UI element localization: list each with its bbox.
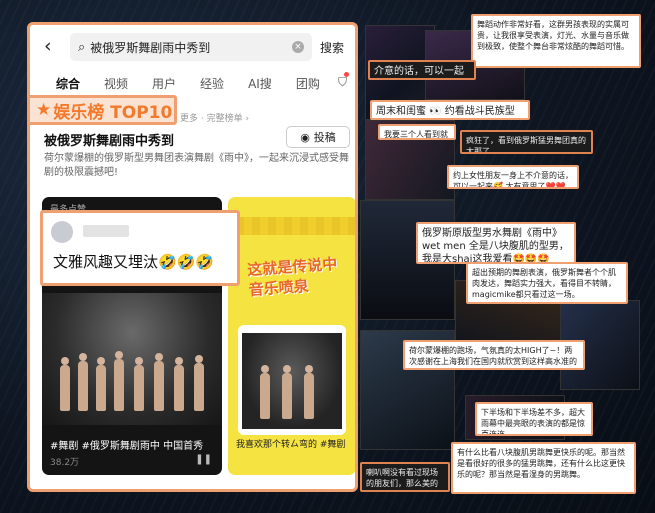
filter-icon[interactable]: ⛉ [338, 75, 347, 90]
full-list-link[interactable]: 更多 · 完整榜单 › [180, 111, 249, 124]
search-input[interactable]: ⌕ 被俄罗斯舞剧雨中秀到 × [70, 33, 312, 61]
tab-video[interactable]: 视频 [104, 75, 128, 92]
tab-comprehensive[interactable]: 综合 [56, 75, 80, 92]
comment-note: 介意的话，可以一起来🥰 [368, 60, 476, 80]
video-thumbnail [238, 325, 346, 435]
comment-note: 荷尔蒙爆棚的跑场，气氛真的太HIGH了~！两次感谢在上海我们在国内就欣赏到这样高… [403, 340, 585, 370]
dancer-figure [194, 355, 204, 411]
comment-note: 俄罗斯原版型男水舞剧《雨中》wet men 全是八块腹肌的型男，我是大shai这… [416, 222, 576, 264]
dancer-figure [282, 365, 292, 419]
username-blurred [83, 225, 129, 237]
post-label: 投稿 [313, 131, 336, 144]
search-query: 被俄罗斯舞剧雨中秀到 [90, 40, 211, 55]
video-thumbnail [42, 293, 222, 425]
dancer-figure [260, 365, 270, 419]
tab-ai-search[interactable]: AI搜 [248, 75, 272, 92]
camera-icon: ◉ [300, 130, 310, 144]
topic-description: 荷尔蒙爆棚的俄罗斯型男舞团表演舞剧《雨中》，一起来沉浸式感受舞剧的极限震撼吧! [44, 153, 349, 178]
dancer-figure [134, 357, 144, 411]
dancer-figure [174, 357, 184, 411]
dancer-figure [154, 353, 164, 411]
star-icon: ★ [36, 100, 52, 120]
video-caption: #舞剧 #俄罗斯舞剧雨中 中国首秀 [50, 441, 204, 452]
comment-note: 喇叭啊没有看过现场的朋友们，那么美的舞台是世界看的。 [360, 462, 450, 492]
comment-note: 我要三个人看到就哈哈！ [378, 124, 456, 140]
comment-note: 周末和闺蜜 👀 约看战斗民族型男雨中show [370, 100, 530, 120]
ranking-badge[interactable]: ★ 娱乐榜 TOP10 [30, 95, 177, 125]
dancer-figure [78, 353, 88, 411]
tab-experience[interactable]: 经验 [200, 75, 224, 92]
card-headline: 这就是传说中 音乐喷泉 [246, 254, 338, 300]
comment-text: 文雅风趣又埋汰🤣🤣🤣 [53, 253, 215, 271]
video-likes: 38.2万 [50, 458, 80, 468]
tab-bar: 综合 视频 用户 经验 AI搜 团购 [30, 69, 355, 97]
tab-user[interactable]: 用户 [152, 75, 176, 92]
post-button[interactable]: ◉ 投稿 [286, 126, 350, 148]
comment-note: 疯狂了，看到俄罗斯猛男舞团真的太那了 [460, 130, 593, 154]
search-icon: ⌕ [78, 39, 86, 55]
comment-note: 约上女性朋友一身上不介意的话，可以一起来🥰 太有意思了❤️❤️❤️❤️ [447, 165, 579, 189]
comment-note: 有什么比看八块腹肌男跳舞更快乐的呢。那当然是看很好的很多的猛男跳舞，还有什么比这… [451, 442, 636, 494]
tab-group-buy[interactable]: 团购 [296, 75, 320, 92]
comment-note: 下半场和下半场差不多，超大雨幕中最亮眼的表演的都是惊喜连连。 [475, 402, 593, 436]
dancer-figure [114, 351, 124, 411]
clear-icon[interactable]: × [292, 41, 304, 53]
avatar [51, 221, 73, 243]
notification-dot [344, 72, 349, 77]
comment-note: 超出预期的舞剧表演，俄罗斯舞者个个肌肉发达，舞蹈实力强大，看得目不转睛，magi… [466, 262, 628, 304]
dancer-figure [304, 365, 314, 419]
ranking-label: 娱乐榜 TOP10 [53, 102, 173, 123]
decor-stripe [228, 217, 355, 235]
dancer-figure [60, 357, 70, 411]
topic-title: 被俄罗斯舞剧雨中秀到 [44, 134, 175, 149]
video-card[interactable]: 这就是传说中 音乐喷泉 我喜欢那个转ㄙ弯的 #舞剧 [228, 197, 355, 475]
comment-callout: 文雅风趣又埋汰🤣🤣🤣 [40, 210, 240, 286]
comment-note: 舞蹈动作非常好看，这群男孩表现的实属可贵，让我很享受表演，灯光、水量与音乐做到极… [471, 14, 641, 68]
phone-screen: ‹ ⌕ 被俄罗斯舞剧雨中秀到 × 搜索 综合 视频 用户 经验 AI搜 团购 ⛉… [27, 22, 358, 492]
back-icon[interactable]: ‹ [44, 35, 52, 57]
video-caption: 我喜欢那个转ㄙ弯的 #舞剧 [236, 440, 346, 450]
top-bar: ‹ ⌕ 被俄罗斯舞剧雨中秀到 × 搜索 [30, 25, 355, 69]
pause-icon[interactable]: ❚❚ [195, 454, 212, 465]
search-button[interactable]: 搜索 [320, 39, 344, 56]
dancer-figure [96, 357, 106, 411]
